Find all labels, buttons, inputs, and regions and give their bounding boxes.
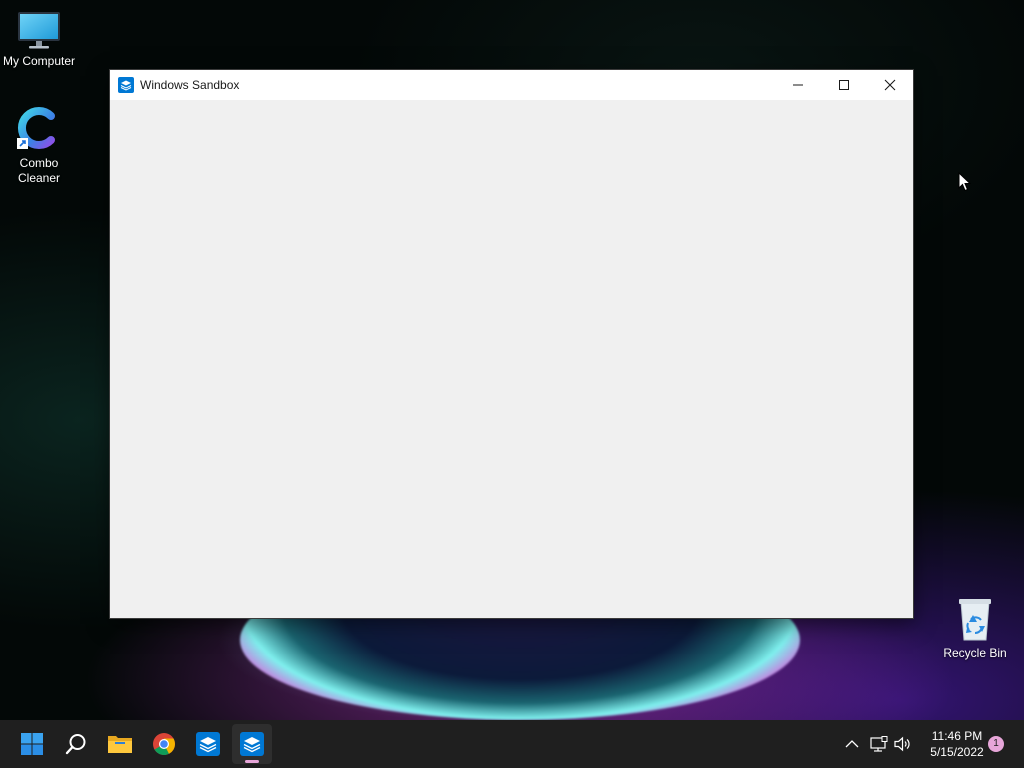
desktop-icon-my-computer[interactable]: My Computer	[1, 10, 77, 69]
windows-logo-icon	[21, 733, 43, 755]
window-titlebar[interactable]: Windows Sandbox	[110, 70, 913, 100]
desktop-icon-label: Combo Cleaner	[17, 156, 61, 185]
monitor-icon	[18, 12, 60, 49]
close-icon	[884, 79, 896, 91]
recycle-bin-icon	[959, 599, 991, 641]
network-icon	[870, 736, 888, 752]
window-client-area[interactable]	[110, 100, 913, 618]
start-button[interactable]	[12, 724, 52, 764]
file-explorer-button[interactable]	[100, 724, 140, 764]
volume-icon	[894, 736, 910, 752]
window-title: Windows Sandbox	[140, 78, 240, 92]
notification-badge[interactable]: 1	[988, 736, 1004, 752]
windows-sandbox-icon	[240, 732, 264, 756]
search-button[interactable]	[56, 724, 96, 764]
desktop-icon-label: Recycle Bin	[943, 646, 1007, 660]
volume-button[interactable]	[892, 720, 914, 768]
minimize-button[interactable]	[775, 70, 821, 100]
network-button[interactable]	[868, 720, 890, 768]
windows-sandbox-icon	[118, 77, 134, 93]
search-icon	[65, 734, 86, 755]
mouse-cursor-icon	[958, 172, 972, 192]
minimize-icon	[793, 84, 803, 86]
combo-cleaner-icon	[17, 107, 55, 149]
windows-sandbox-taskbar-button[interactable]	[188, 724, 228, 764]
chrome-icon	[153, 733, 175, 755]
chrome-button[interactable]	[144, 724, 184, 764]
chevron-up-icon	[845, 740, 859, 748]
maximize-icon	[839, 80, 849, 90]
taskbar: 11:46 PM 5/15/2022	[0, 720, 1024, 768]
clock[interactable]: 11:46 PM 5/15/2022	[918, 728, 996, 760]
active-app-indicator	[245, 760, 259, 763]
window-controls	[775, 70, 913, 100]
clock-date: 5/15/2022	[930, 745, 984, 759]
desktop-icon-label: My Computer	[2, 54, 76, 68]
windows-sandbox-active-taskbar-button[interactable]	[232, 724, 272, 764]
show-hidden-icons-button[interactable]	[840, 720, 864, 768]
desktop-icon-combo-cleaner[interactable]: Combo Cleaner	[1, 104, 77, 186]
maximize-button[interactable]	[821, 70, 867, 100]
windows-sandbox-window[interactable]: Windows Sandbox	[110, 70, 913, 618]
clock-time: 11:46 PM	[931, 729, 983, 743]
windows-sandbox-icon	[196, 732, 220, 756]
close-button[interactable]	[867, 70, 913, 100]
desktop-icon-recycle-bin[interactable]: Recycle Bin	[937, 596, 1013, 661]
folder-icon	[108, 736, 132, 753]
